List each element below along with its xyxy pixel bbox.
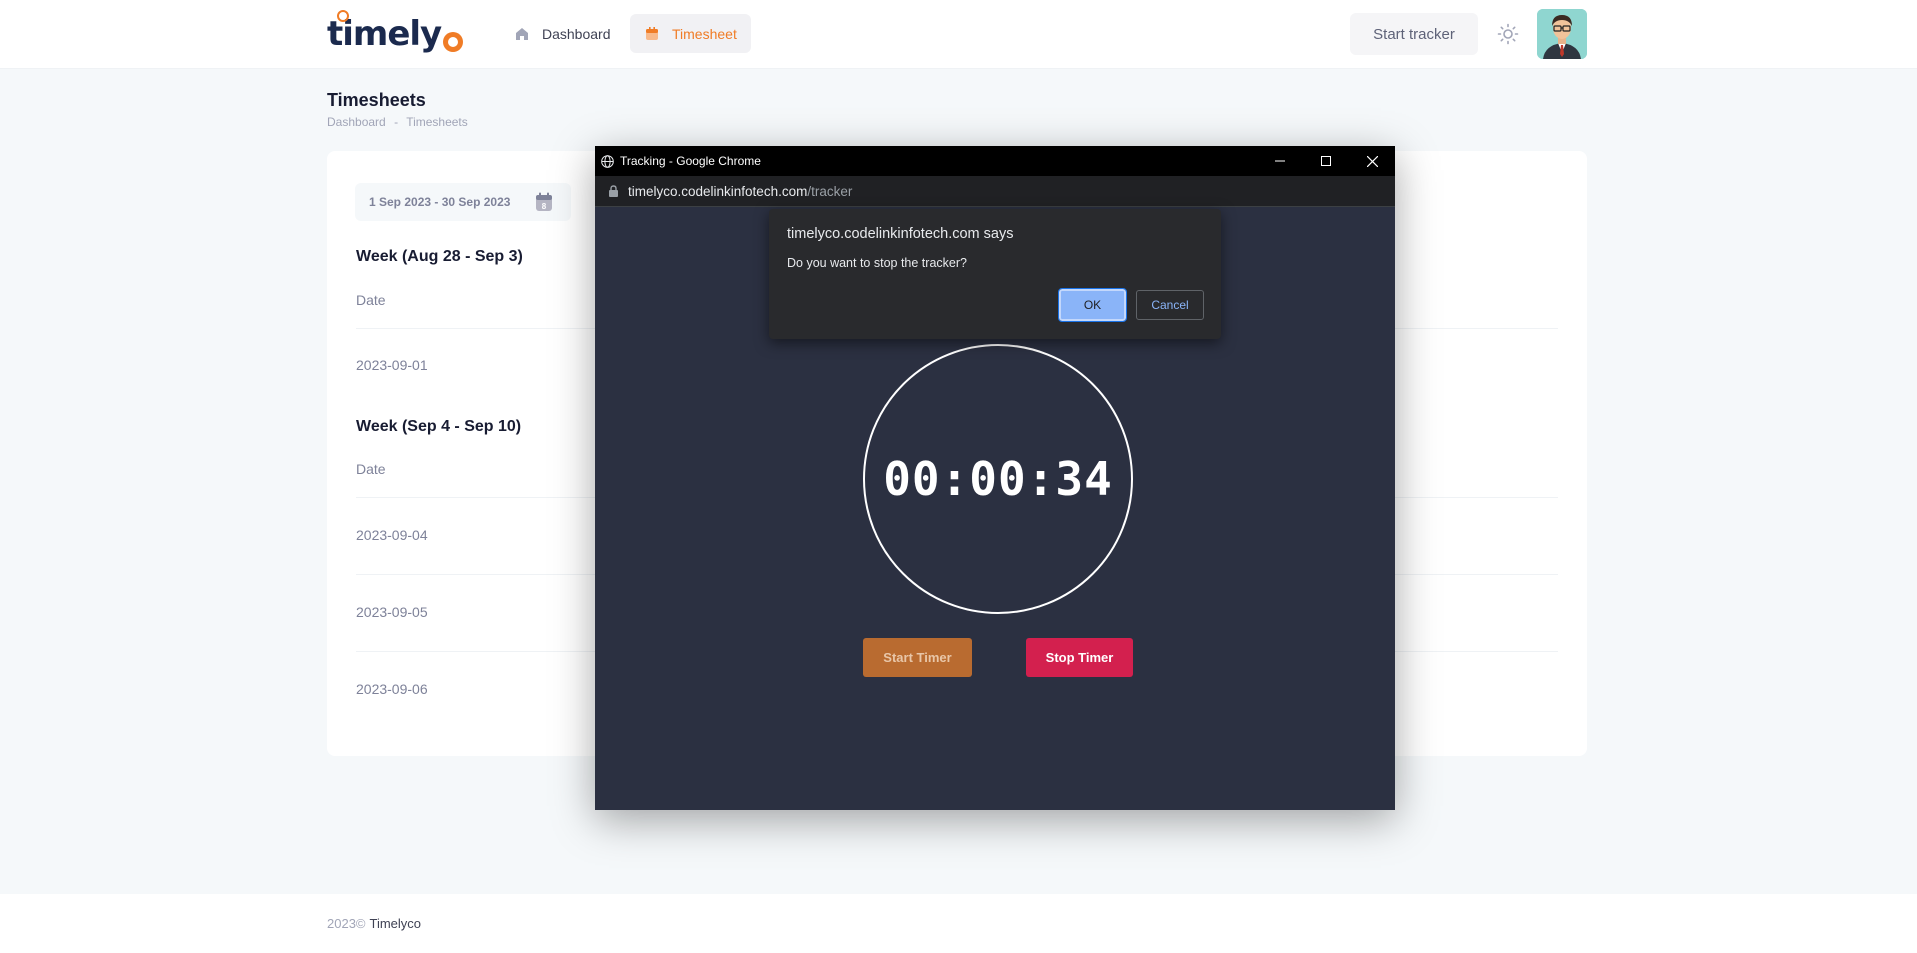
page-title: Timesheets (327, 90, 426, 110)
calendar-icon: 8 (536, 192, 552, 211)
timer-display: 00:00:34 (883, 452, 1113, 506)
column-header-date: Date (356, 461, 386, 477)
table-row-date: 2023-09-05 (356, 604, 428, 620)
minimize-icon (1275, 160, 1285, 162)
cancel-button[interactable]: Cancel (1136, 290, 1204, 320)
start-timer-button[interactable]: Start Timer (863, 638, 972, 677)
footer-copyright: 2023© Timelyco (327, 916, 421, 931)
sun-icon[interactable] (1497, 23, 1519, 45)
column-header-date: Date (356, 292, 386, 308)
breadcrumb-separator: - (394, 115, 399, 129)
dialog-title: timelyco.codelinkinfotech.com says (787, 226, 1014, 242)
nav-timesheet-label: Timesheet (672, 25, 737, 42)
url-host: timelyco.codelinkinfotech.com (628, 183, 808, 199)
close-icon (1366, 155, 1378, 167)
close-window-button[interactable] (1349, 146, 1395, 176)
svg-text:8: 8 (542, 202, 547, 211)
table-row-date: 2023-09-01 (356, 357, 428, 373)
popup-titlebar[interactable]: Tracking - Google Chrome (595, 146, 1395, 176)
maximize-button[interactable] (1303, 146, 1349, 176)
lock-icon (609, 185, 618, 197)
minimize-button[interactable] (1257, 146, 1303, 176)
breadcrumb-dashboard[interactable]: Dashboard (327, 115, 386, 129)
url-path: /tracker (807, 183, 853, 199)
week-title: Week (Aug 28 - Sep 3) (356, 248, 523, 265)
date-range-value: 1 Sep 2023 - 30 Sep 2023 (369, 195, 511, 209)
calendar-icon (646, 26, 658, 40)
top-header: timely Dashboard Timesheet Start tracker (0, 0, 1917, 69)
avatar-image (1537, 9, 1587, 59)
dialog-message: Do you want to stop the tracker? (787, 256, 967, 270)
globe-icon (601, 154, 614, 168)
popup-address-bar[interactable]: timelyco.codelinkinfotech.com/tracker (595, 176, 1395, 207)
maximize-icon (1321, 156, 1331, 166)
date-range-picker[interactable]: 1 Sep 2023 - 30 Sep 2023 8 (355, 183, 571, 221)
user-avatar[interactable] (1537, 9, 1587, 59)
start-tracker-button[interactable]: Start tracker (1350, 13, 1478, 55)
table-row-date: 2023-09-06 (356, 681, 428, 697)
ok-button[interactable]: OK (1058, 288, 1127, 322)
logo-co-mark (443, 32, 464, 52)
page-footer: 2023© Timelyco (0, 894, 1917, 953)
popup-window-title: Tracking - Google Chrome (620, 154, 761, 168)
stop-timer-button[interactable]: Stop Timer (1026, 638, 1133, 677)
timer-circle: 00:00:34 (863, 344, 1133, 614)
nav-dashboard-label: Dashboard (542, 25, 611, 42)
timelyco-logo[interactable]: timely (327, 10, 464, 58)
footer-brand-link[interactable]: Timelyco (370, 916, 422, 931)
home-icon (516, 27, 528, 40)
week-title: Week (Sep 4 - Sep 10) (356, 418, 522, 435)
nav-dashboard[interactable]: Dashboard (500, 14, 625, 53)
breadcrumb: Dashboard - Timesheets (327, 115, 468, 129)
breadcrumb-timesheets: Timesheets (406, 115, 468, 129)
clock-icon (337, 10, 349, 22)
nav-timesheet[interactable]: Timesheet (630, 14, 751, 53)
confirm-dialog: timelyco.codelinkinfotech.com says Do yo… (769, 209, 1221, 339)
footer-year: 2023© (327, 916, 366, 931)
table-row-date: 2023-09-04 (356, 527, 428, 543)
